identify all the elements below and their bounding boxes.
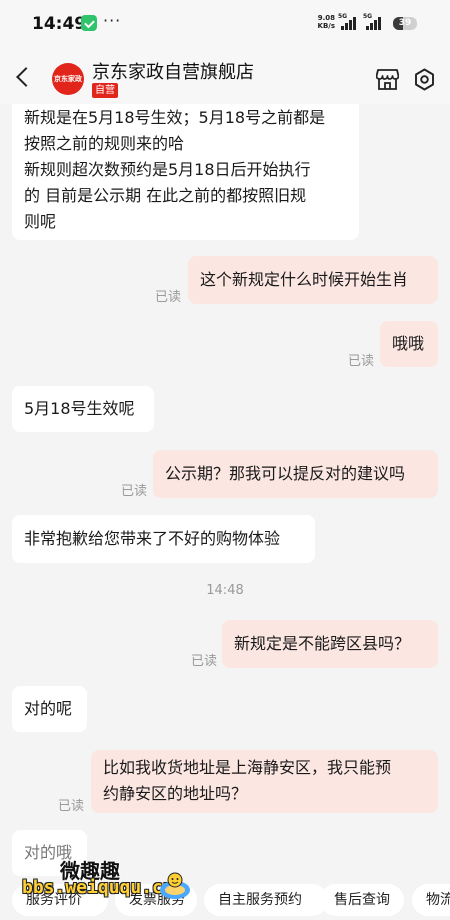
message-incoming: 新规是在5月18号生效；5月18号之前都是 按照之前的规则来的哈 新规则超次数预… (12, 104, 359, 240)
message-incoming: 非常抱歉给您带来了不好的购物体验 (12, 515, 315, 563)
shop-logo[interactable]: 京东家政 (52, 63, 84, 95)
message-incoming: 对的呢 (12, 686, 87, 732)
battery-icon: 39 (393, 17, 417, 30)
message-outgoing: 比如我收货地址是上海静安区，我只能预 约静安区的地址吗？ (91, 750, 438, 813)
message-outgoing: 公示期？那我可以提反对的建议吗 (153, 450, 438, 498)
read-status: 已读 (155, 290, 182, 305)
status-bar: 14:49 ··· 9.08 KB/s 5G 5G 39 (0, 0, 450, 48)
notification-app-icon (81, 15, 97, 31)
message-outgoing: 哦哦 (380, 321, 438, 367)
message-outgoing: 新规定是不能跨区县吗？ (222, 620, 438, 668)
store-icon[interactable] (376, 69, 399, 90)
back-arrow-icon[interactable] (16, 67, 36, 87)
chat-area[interactable]: 新规是在5月18号生效；5月18号之前都是 按照之前的规则来的哈 新规则超次数预… (0, 104, 450, 880)
settings-gear-icon[interactable] (413, 68, 436, 91)
network-speed-unit: KB/s (317, 22, 335, 30)
signal-icon-2: 5G (363, 13, 383, 30)
battery-level: 39 (398, 18, 412, 28)
signal-icon: 5G (338, 13, 358, 30)
more-notifications-icon: ··· (103, 11, 122, 30)
watermark-url: bbs.weiququ.cn (22, 877, 174, 898)
self-operated-badge: 自营 (92, 83, 118, 98)
read-status: 已读 (348, 354, 375, 369)
time-divider: 14:48 (206, 583, 244, 598)
signal-label-2: 5G (363, 13, 373, 20)
signal-label: 5G (338, 13, 348, 20)
read-status: 已读 (58, 799, 85, 814)
status-time: 14:49 (32, 14, 87, 34)
read-status: 已读 (191, 654, 218, 669)
message-incoming: 5月18号生效呢 (12, 386, 154, 432)
network-speed-value: 9.08 (317, 14, 335, 22)
chat-header: 京东家政 京东家政自营旗舰店 自营 (0, 48, 450, 104)
quick-action-logistics[interactable]: 物流 (412, 884, 450, 916)
shop-name[interactable]: 京东家政自营旗舰店 (92, 58, 254, 84)
network-speed: 9.08 KB/s (311, 14, 335, 30)
watermark-mascot-icon (160, 872, 190, 899)
read-status: 已读 (121, 484, 148, 499)
message-outgoing: 这个新规定什么时候开始生肖 (188, 256, 438, 304)
quick-action-self-booking[interactable]: 自主服务预约 (204, 884, 328, 916)
quick-action-after-sales[interactable]: 售后查询 (320, 884, 404, 916)
